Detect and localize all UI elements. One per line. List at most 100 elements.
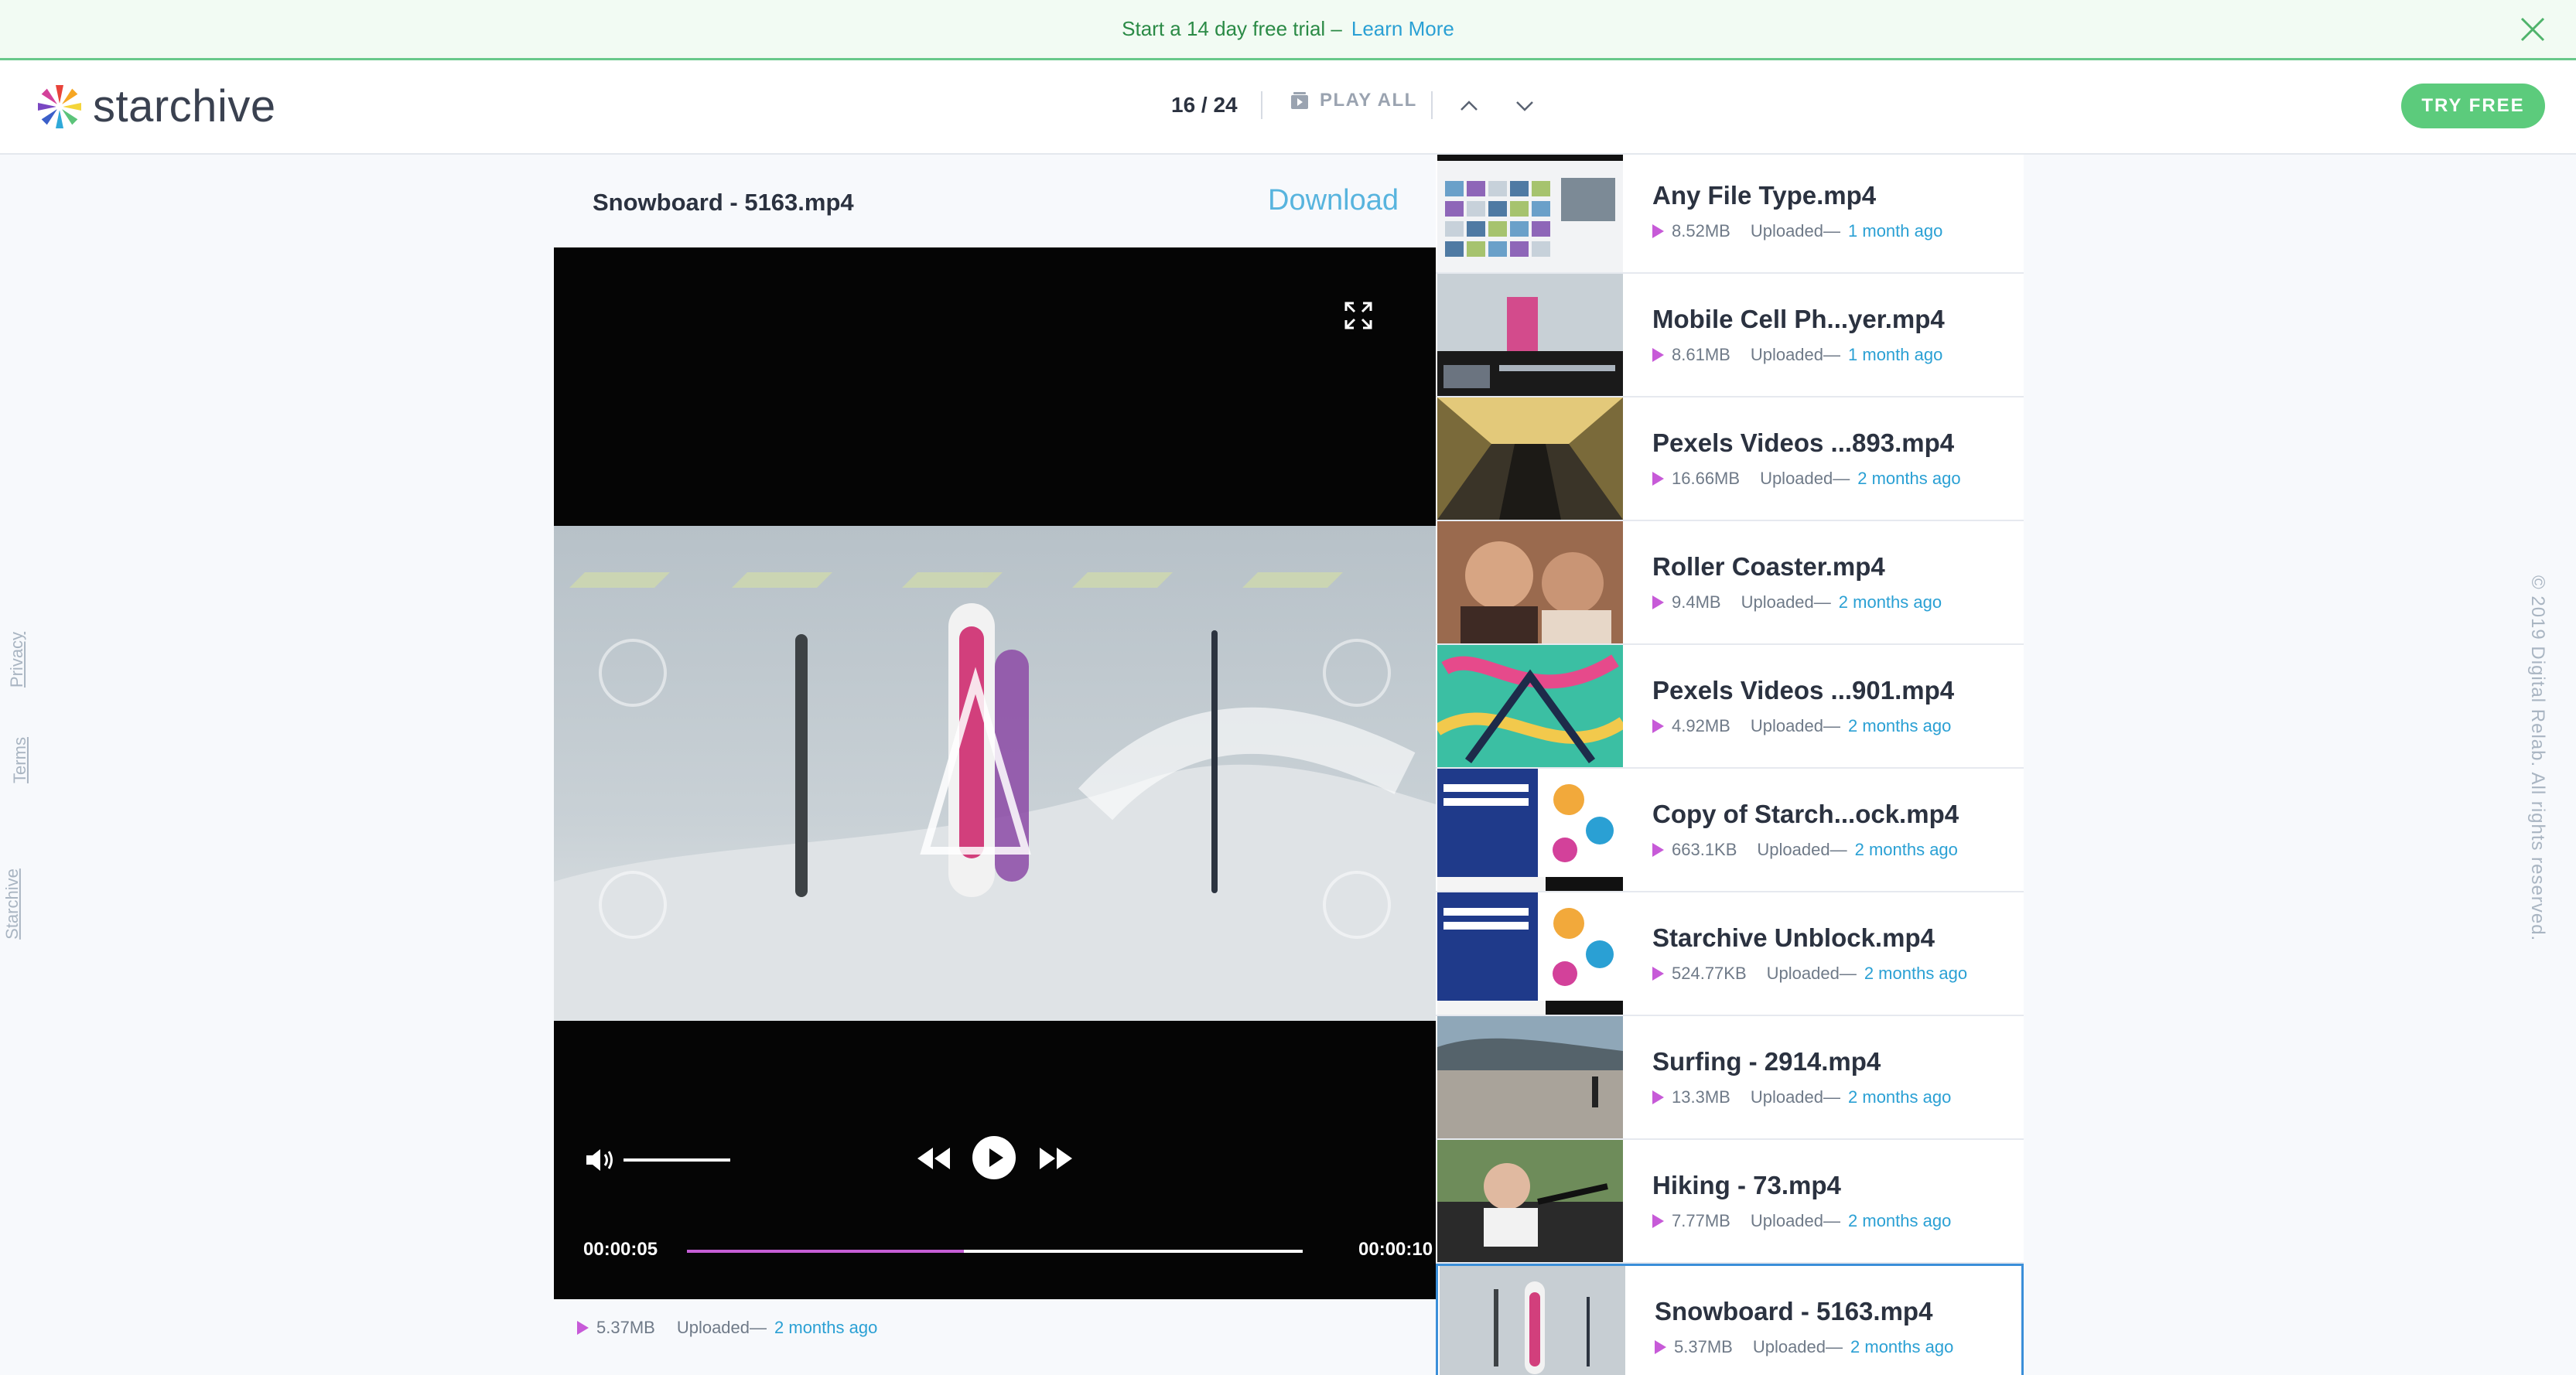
- viewer-footer: 5.37MB Uploaded— 2 months ago: [554, 1299, 1436, 1375]
- play-icon: [1652, 348, 1664, 362]
- video-thumbnail: [1437, 1140, 1623, 1262]
- starchive-link[interactable]: Starchive: [2, 868, 22, 940]
- download-link[interactable]: Download: [1268, 184, 1399, 217]
- playlist-item-size: 9.4MB: [1672, 592, 1721, 612]
- starchive-logo-icon: [38, 84, 81, 128]
- playlist-item-meta: 5.37MB Uploaded— 2 months ago: [1655, 1337, 1953, 1357]
- playlist-item-meta: 663.1KB Uploaded— 2 months ago: [1652, 840, 1958, 860]
- play-icon: [1652, 472, 1664, 486]
- playlist-item-uploaded-label: Uploaded—: [1741, 592, 1831, 612]
- playlist-item[interactable]: Mobile Cell Ph...yer.mp4 8.61MB Uploaded— 1…: [1436, 274, 2024, 397]
- play-icon: [1652, 224, 1664, 238]
- try-free-button[interactable]: TRY FREE: [2401, 84, 2545, 128]
- playlist-item[interactable]: Pexels Videos ...901.mp4 4.92MB Uploaded— 2…: [1436, 645, 2024, 769]
- timeline: 00:00:05 00:00:10: [554, 1239, 1436, 1270]
- playlist-item-ago: 2 months ago: [1838, 592, 1942, 612]
- playlist-item-uploaded-label: Uploaded—: [1750, 716, 1841, 735]
- close-icon[interactable]: [2519, 15, 2547, 43]
- promo-banner: Start a 14 day free trial – Learn More: [0, 0, 2576, 60]
- playlist-item-name: Pexels Videos ...893.mp4: [1652, 428, 1955, 457]
- play-all-label: PLAY ALL: [1320, 90, 1417, 111]
- playlist-item[interactable]: Any File Type.mp4 8.52MB Uploaded— 1 month …: [1436, 155, 2024, 274]
- playlist-item-uploaded-label: Uploaded—: [1760, 469, 1850, 488]
- file-title: Snowboard - 5163.mp4: [593, 189, 854, 216]
- playlist-item-name: Any File Type.mp4: [1652, 181, 1877, 210]
- playlist-item-meta: 13.3MB Uploaded— 2 months ago: [1652, 1087, 1951, 1107]
- playlist-item-size: 8.52MB: [1672, 221, 1730, 241]
- playlist-item-uploaded-label: Uploaded—: [1750, 1211, 1841, 1230]
- chevron-up-icon[interactable]: [1457, 94, 1481, 118]
- file-size: 5.37MB: [596, 1318, 655, 1337]
- banner-text: Start a 14 day free trial –: [1122, 17, 1342, 40]
- video-thumbnail: [1437, 521, 1623, 643]
- play-icon: [1652, 1214, 1664, 1228]
- play-icon: [1652, 719, 1664, 733]
- volume-slider[interactable]: [624, 1158, 730, 1162]
- video-still: [554, 526, 1436, 1021]
- playlist-item[interactable]: Surfing - 2914.mp4 13.3MB Uploaded— 2 month…: [1436, 1016, 2024, 1140]
- playlist-icon: [1291, 92, 1308, 109]
- copyright-text: © 2019 Digital Relab. All rights reserve…: [2527, 575, 2548, 942]
- playlist-item-size: 8.61MB: [1672, 345, 1730, 364]
- playlist-item-ago: 1 month ago: [1848, 345, 1943, 364]
- volume-icon[interactable]: [583, 1146, 617, 1174]
- play-icon[interactable]: [972, 1135, 1016, 1180]
- fullscreen-icon[interactable]: [1343, 300, 1374, 331]
- playlist-item-ago: 2 months ago: [1850, 1337, 1954, 1356]
- logo[interactable]: starchive: [36, 80, 276, 132]
- playlist-item-name: Snowboard - 5163.mp4: [1655, 1297, 1933, 1326]
- playlist-top-edge: [1437, 155, 1623, 159]
- privacy-link[interactable]: Privacy: [7, 632, 27, 688]
- play-icon: [577, 1321, 589, 1335]
- uploaded-ago: 2 months ago: [774, 1318, 878, 1337]
- playlist-item-meta: 8.61MB Uploaded— 1 month ago: [1652, 345, 1942, 365]
- playlist-item[interactable]: Starchive Unblock.mp4 524.77KB Uploaded— 2 …: [1436, 892, 2024, 1016]
- video-thumbnail: [1437, 892, 1623, 1015]
- playlist-item-meta: 16.66MB Uploaded— 2 months ago: [1652, 469, 1961, 489]
- playlist-item-ago: 1 month ago: [1848, 221, 1943, 241]
- top-header: starchive 16 / 24 PLAY ALL TRY FREE: [0, 60, 2576, 155]
- playlist-item[interactable]: Roller Coaster.mp4 9.4MB Uploaded— 2 months…: [1436, 521, 2024, 645]
- playlist-item[interactable]: Copy of Starch...ock.mp4 663.1KB Uploaded—…: [1436, 769, 2024, 892]
- playlist-item-name: Mobile Cell Ph...yer.mp4: [1652, 305, 1945, 333]
- total-time: 00:00:10: [1358, 1239, 1433, 1260]
- playlist-item-uploaded-label: Uploaded—: [1750, 221, 1841, 241]
- playlist-item-name: Pexels Videos ...901.mp4: [1652, 676, 1955, 705]
- playlist-item-meta: 4.92MB Uploaded— 2 months ago: [1652, 716, 1951, 736]
- playlist-item-ago: 2 months ago: [1857, 469, 1961, 488]
- divider: [1431, 91, 1433, 119]
- learn-more-link[interactable]: Learn More: [1351, 17, 1454, 41]
- playlist-item-ago: 2 months ago: [1848, 716, 1952, 735]
- playlist-item-name: Surfing - 2914.mp4: [1652, 1047, 1881, 1076]
- item-counter: 16 / 24: [1171, 93, 1238, 117]
- playlist-item-size: 5.37MB: [1674, 1337, 1733, 1356]
- rewind-icon[interactable]: [916, 1145, 951, 1172]
- playlist-item[interactable]: Hiking - 73.mp4 7.77MB Uploaded— 2 months a…: [1436, 1140, 2024, 1264]
- play-icon: [1652, 595, 1664, 609]
- video-thumbnail: [1437, 155, 1623, 272]
- video-player[interactable]: 00:00:05 00:00:10: [554, 247, 1436, 1299]
- playlist-item[interactable]: Snowboard - 5163.mp4 5.37MB Uploaded— 2 mon…: [1436, 1264, 2024, 1375]
- playlist-item-size: 663.1KB: [1672, 840, 1737, 859]
- current-time: 00:00:05: [583, 1239, 658, 1260]
- play-icon: [1652, 1090, 1664, 1104]
- playlist-item-name: Starchive Unblock.mp4: [1652, 923, 1935, 952]
- play-all-button[interactable]: PLAY ALL: [1289, 90, 1417, 111]
- play-icon: [1655, 1340, 1666, 1354]
- uploaded-label: Uploaded—: [676, 1318, 767, 1337]
- brand-name: starchive: [93, 81, 276, 131]
- terms-link[interactable]: Terms: [10, 737, 30, 783]
- playlist-item-uploaded-label: Uploaded—: [1757, 840, 1847, 859]
- playlist-item-name: Copy of Starch...ock.mp4: [1652, 800, 1959, 828]
- playlist-item[interactable]: Pexels Videos ...893.mp4 16.66MB Uploaded—…: [1436, 397, 2024, 521]
- playlist-item-uploaded-label: Uploaded—: [1766, 964, 1857, 983]
- playlist-item-uploaded-label: Uploaded—: [1752, 1337, 1843, 1356]
- playlist-item-ago: 2 months ago: [1848, 1211, 1952, 1230]
- playlist-item-ago: 2 months ago: [1864, 964, 1968, 983]
- video-viewer: Snowboard - 5163.mp4 Download 00:00:05 0…: [554, 155, 1436, 1375]
- chevron-down-icon[interactable]: [1513, 94, 1536, 118]
- progress-bar[interactable]: [687, 1250, 1303, 1253]
- play-icon: [1652, 843, 1664, 857]
- fast-forward-icon[interactable]: [1038, 1145, 1074, 1172]
- file-meta: 5.37MB Uploaded— 2 months ago: [577, 1318, 877, 1338]
